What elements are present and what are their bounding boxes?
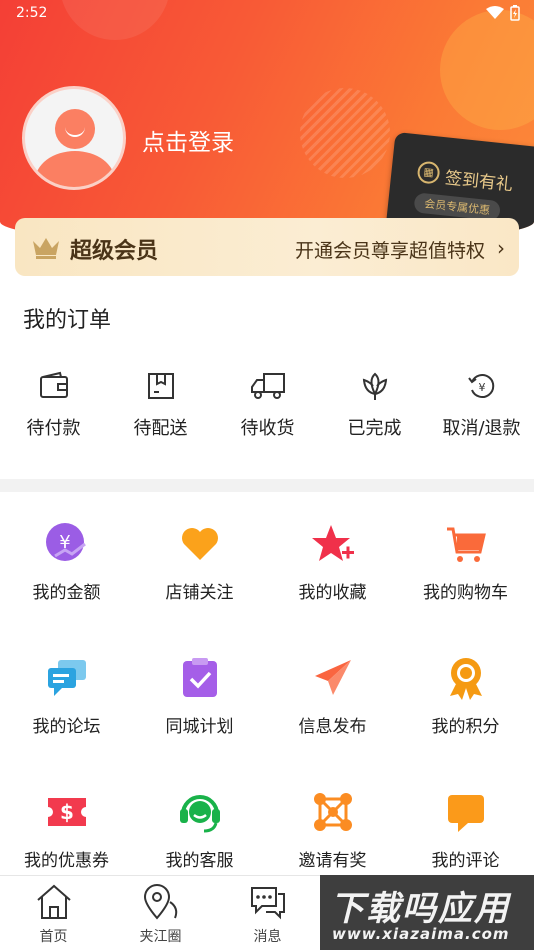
watermark-title: 下载吗应用 — [330, 889, 510, 929]
medal-icon — [449, 658, 482, 700]
truck-icon — [250, 373, 285, 399]
network-icon — [313, 793, 352, 831]
grid-my-coupons[interactable]: $ 我的优惠券 — [0, 790, 133, 871]
vip-title: 超级会员 — [70, 239, 159, 264]
balance-icon: ¥ — [45, 523, 86, 561]
headset-icon — [179, 795, 220, 833]
lotus-icon — [362, 372, 387, 400]
grid-my-favorites[interactable]: 我的收藏 — [266, 522, 399, 603]
order-pending-payment[interactable]: 待付款 — [0, 370, 107, 440]
order-refund[interactable]: ¥ 取消/退款 — [428, 370, 534, 440]
grid-shopping-cart[interactable]: 我的购物车 — [399, 522, 532, 603]
comment-icon — [447, 795, 484, 832]
status-bar: 2:52 — [0, 0, 534, 28]
grid-city-plan[interactable]: 同城计划 — [133, 656, 266, 737]
order-pending-receipt[interactable]: 待收货 — [214, 370, 321, 440]
wallet-icon — [39, 371, 68, 398]
svg-text:$: $ — [60, 800, 74, 824]
decor-circle — [440, 10, 534, 130]
profile-header: 2:52 点击登录 ▦ 签到有礼 会员专属优惠 — [0, 0, 534, 245]
forum-icon — [47, 660, 86, 696]
nav-jiajiang-circle[interactable]: 夹江圈 — [107, 882, 214, 946]
svg-text:¥: ¥ — [478, 381, 485, 394]
cart-icon — [446, 527, 486, 562]
clipboard-check-icon — [182, 658, 217, 697]
message-icon — [250, 887, 285, 920]
orders-section-title: 我的订单 — [23, 308, 112, 333]
status-time: 2:52 — [16, 5, 48, 21]
avatar[interactable] — [22, 86, 126, 190]
location-icon — [143, 884, 177, 920]
grid-my-points[interactable]: 我的积分 — [399, 656, 532, 737]
order-pending-delivery[interactable]: 待配送 — [107, 370, 214, 440]
grid-store-follow[interactable]: 店铺关注 — [133, 522, 266, 603]
refund-icon: ¥ — [467, 374, 494, 398]
package-icon — [147, 373, 174, 399]
home-icon — [36, 884, 71, 919]
super-vip-banner[interactable]: 超级会员 开通会员尊享超值特权 › — [15, 218, 519, 276]
orders-row: 待付款 待配送 待收货 已完成 ¥ 取消/退款 — [0, 370, 534, 450]
star-plus-icon — [311, 525, 354, 561]
grid-invite-reward[interactable]: 邀请有奖 — [266, 790, 399, 871]
login-link[interactable]: 点击登录 — [142, 123, 234, 157]
vip-promo-text: 开通会员尊享超值特权 — [294, 240, 485, 262]
wifi-icon — [486, 6, 504, 19]
signin-title: 签到有礼 — [444, 168, 514, 196]
order-completed[interactable]: 已完成 — [321, 370, 428, 440]
grid-my-comments[interactable]: 我的评论 — [399, 790, 532, 871]
nav-home[interactable]: 首页 — [0, 882, 107, 946]
watermark-url: www.xiazaima.com — [332, 925, 510, 943]
watermark-logo: 下载吗应用 www.xiazaima.com — [320, 875, 534, 950]
grid-my-balance[interactable]: ¥ 我的金额 — [0, 522, 133, 603]
chevron-right-icon: › — [497, 236, 505, 260]
nav-messages[interactable]: 消息 — [214, 882, 321, 946]
decor-striped-circle — [300, 88, 390, 178]
paper-plane-icon — [314, 660, 351, 695]
battery-icon — [510, 5, 520, 21]
gift-icon: ▦ — [416, 160, 441, 185]
heart-icon — [181, 528, 218, 560]
coupon-icon: $ — [47, 798, 86, 826]
grid-my-forum[interactable]: 我的论坛 — [0, 656, 133, 737]
grid-customer-service[interactable]: 我的客服 — [133, 790, 266, 871]
section-divider — [0, 479, 534, 492]
signin-subtitle: 会员专属优惠 — [413, 192, 501, 222]
crown-icon — [33, 238, 59, 259]
grid-info-publish[interactable]: 信息发布 — [266, 656, 399, 737]
